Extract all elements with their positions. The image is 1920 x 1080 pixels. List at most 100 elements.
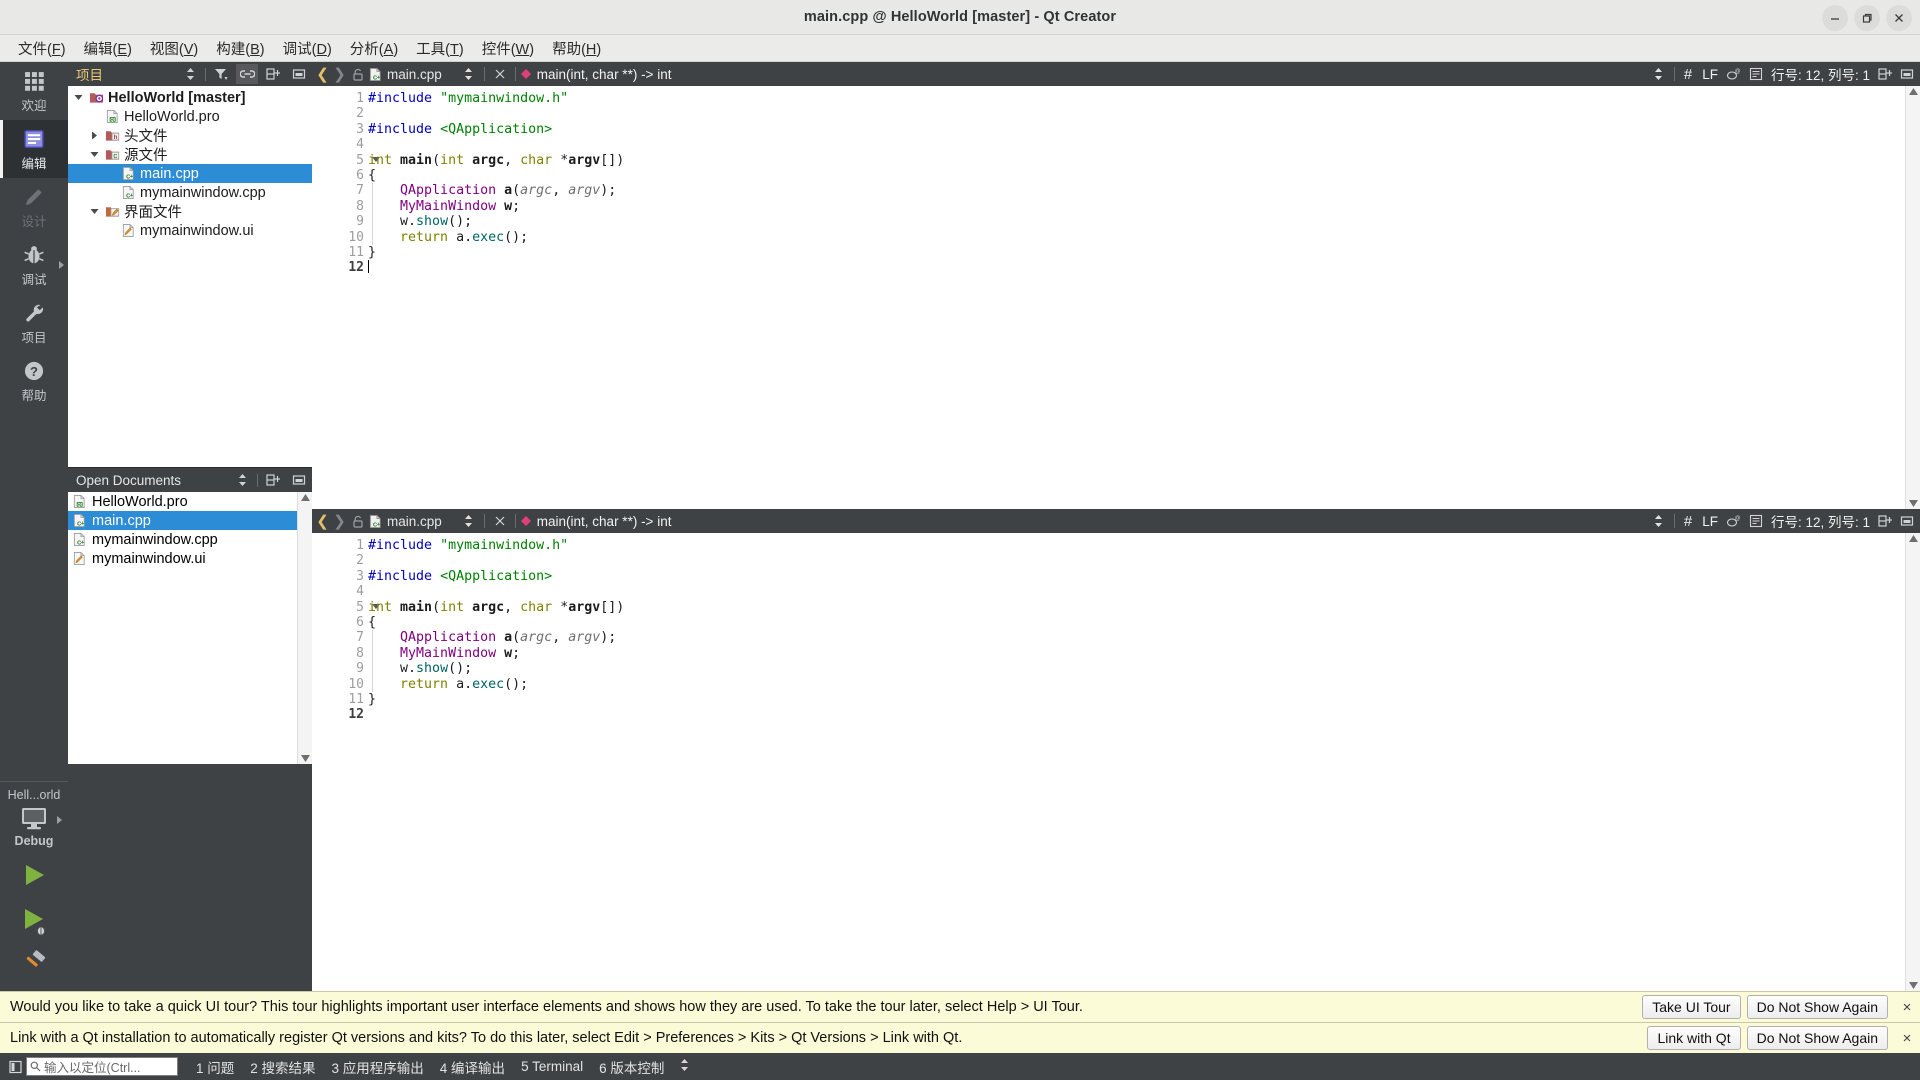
editor-body-2[interactable]: 1 2 3 4 5 6 7 8 9 10 11 12 #include "mymainwindow.h"… bbox=[312, 533, 1920, 991]
split-orientation-button[interactable] bbox=[1648, 64, 1670, 84]
mode-欢迎[interactable]: 欢迎 bbox=[0, 62, 68, 120]
editor-scrollbar-2[interactable] bbox=[1905, 533, 1920, 991]
close-document-button[interactable] bbox=[489, 511, 511, 531]
close-split-button[interactable] bbox=[1896, 511, 1918, 531]
line-number-indicator[interactable]: # bbox=[1679, 66, 1697, 83]
output-pane-版本控制[interactable]: 6 版本控制 bbox=[591, 1057, 672, 1077]
editor-filename[interactable]: main.cpp bbox=[387, 514, 442, 529]
output-pane-expand-button[interactable] bbox=[672, 1058, 697, 1075]
chevron-right-icon[interactable] bbox=[87, 131, 101, 140]
tree-item-mymainwindow.cpp[interactable]: C + mymainwindow.cpp bbox=[68, 183, 312, 202]
tree-item-头文件[interactable]: h 头文件 bbox=[68, 126, 312, 145]
line-ending-selector[interactable]: LF bbox=[1697, 67, 1723, 82]
tree-item-main.cpp[interactable]: C + main.cpp bbox=[68, 164, 312, 183]
wrench-icon bbox=[23, 301, 45, 325]
notification-dismiss-button[interactable]: Do Not Show Again bbox=[1746, 995, 1888, 1019]
split-editor-button[interactable] bbox=[1874, 64, 1896, 84]
tree-item-mymainwindow.ui[interactable]: mymainwindow.ui bbox=[68, 221, 312, 240]
symbol-selector[interactable]: main(int, char **) -> int bbox=[537, 67, 672, 82]
notification-close-icon[interactable]: × bbox=[1894, 1030, 1920, 1047]
notification-dismiss-button[interactable]: Do Not Show Again bbox=[1746, 1026, 1888, 1050]
mode-调试[interactable]: 调试 bbox=[0, 236, 68, 294]
editor-filename[interactable]: main.cpp bbox=[387, 67, 442, 82]
lock-icon[interactable] bbox=[348, 515, 368, 528]
build-button[interactable] bbox=[19, 950, 49, 981]
close-sidebar-button[interactable] bbox=[288, 64, 310, 84]
sync-view-selector[interactable] bbox=[179, 64, 201, 84]
menu-item-9[interactable]: 帮助(H) bbox=[543, 35, 610, 62]
split-editor-button[interactable] bbox=[1874, 511, 1896, 531]
project-tree[interactable]: HelloWorld [master] Qt HelloWorld.pro h 头文件 C… bbox=[68, 86, 312, 467]
mode-帮助[interactable]: ? 帮助 bbox=[0, 352, 68, 410]
filter-button[interactable] bbox=[210, 64, 232, 84]
tree-item-HelloWorld [master][interactable]: HelloWorld [master] bbox=[68, 88, 312, 107]
code-area[interactable]: #include "mymainwindow.h" #include <QApp… bbox=[368, 86, 1905, 509]
menu-item-3[interactable]: 视图(V) bbox=[141, 35, 207, 62]
open-documents-list[interactable]: Qt HelloWorld.pro C + main.cpp C + mymainwindow… bbox=[68, 492, 297, 764]
symbol-selector[interactable]: main(int, char **) -> int bbox=[537, 514, 672, 529]
open-document-HelloWorld.pro[interactable]: Qt HelloWorld.pro bbox=[68, 492, 297, 511]
lock-icon[interactable] bbox=[348, 68, 368, 81]
output-pane-问题[interactable]: 1 问题 bbox=[188, 1057, 242, 1077]
text-encoding-button[interactable]: @ bbox=[1723, 64, 1745, 84]
open-document-main.cpp[interactable]: C + main.cpp bbox=[68, 511, 297, 530]
tree-item-HelloWorld.pro[interactable]: Qt HelloWorld.pro bbox=[68, 107, 312, 126]
sidebar-toggle-icon[interactable] bbox=[4, 1057, 26, 1077]
split-orientation-button[interactable] bbox=[1648, 511, 1670, 531]
locator-input[interactable]: 输入以定位(Ctrl... bbox=[26, 1057, 178, 1076]
go-forward-button[interactable]: ❯ bbox=[331, 512, 348, 530]
minimize-button[interactable] bbox=[1822, 4, 1848, 31]
open-documents-scrollbar[interactable] bbox=[297, 492, 312, 764]
tree-item-源文件[interactable]: C 源文件 bbox=[68, 145, 312, 164]
menu-item-5[interactable]: 调试(D) bbox=[274, 35, 341, 62]
text-encoding-button[interactable]: @ bbox=[1723, 511, 1745, 531]
document-selector-button[interactable] bbox=[458, 511, 480, 531]
text-wrapping-button[interactable] bbox=[1745, 511, 1767, 531]
output-pane-搜索结果[interactable]: 2 搜索结果 bbox=[242, 1057, 323, 1077]
line-ending-selector[interactable]: LF bbox=[1697, 514, 1723, 529]
close-pane-button[interactable] bbox=[288, 470, 310, 490]
close-button[interactable] bbox=[1886, 4, 1912, 31]
menu-item-8[interactable]: 控件(W) bbox=[473, 35, 543, 62]
menu-item-4[interactable]: 构建(B) bbox=[207, 35, 273, 62]
mode-编辑[interactable]: 编辑 bbox=[0, 120, 68, 178]
chevron-right-icon[interactable] bbox=[59, 261, 64, 269]
document-selector-button[interactable] bbox=[458, 64, 480, 84]
maximize-restore-button[interactable] bbox=[1854, 4, 1880, 31]
debug-button[interactable] bbox=[19, 906, 49, 937]
chevron-down-icon[interactable] bbox=[87, 207, 101, 216]
open-document-mymainwindow.ui[interactable]: mymainwindow.ui bbox=[68, 549, 297, 568]
menu-item-1[interactable]: 文件(F) bbox=[9, 35, 75, 62]
code-area[interactable]: #include "mymainwindow.h" #include <QApp… bbox=[368, 533, 1905, 991]
link-with-editor-button[interactable] bbox=[236, 64, 258, 84]
split-button[interactable] bbox=[262, 470, 284, 490]
go-back-button[interactable]: ❮ bbox=[314, 512, 331, 530]
close-split-button[interactable] bbox=[1896, 64, 1918, 84]
notification-primary-button[interactable]: Link with Qt bbox=[1647, 1026, 1741, 1050]
output-pane-Terminal[interactable]: 5 Terminal bbox=[513, 1059, 591, 1074]
notification-primary-button[interactable]: Take UI Tour bbox=[1642, 995, 1741, 1019]
text-wrapping-button[interactable] bbox=[1745, 64, 1767, 84]
line-number-indicator[interactable]: # bbox=[1679, 513, 1697, 530]
notification-close-icon[interactable]: × bbox=[1894, 999, 1920, 1016]
tree-item-界面文件[interactable]: 界面文件 bbox=[68, 202, 312, 221]
output-pane-编译输出[interactable]: 4 编译输出 bbox=[432, 1057, 513, 1077]
menu-item-2[interactable]: 编辑(E) bbox=[75, 35, 141, 62]
menu-item-6[interactable]: 分析(A) bbox=[341, 35, 407, 62]
open-documents-box: Qt HelloWorld.pro C + main.cpp C + mymainwindow… bbox=[68, 492, 312, 764]
chevron-down-icon[interactable] bbox=[87, 150, 101, 159]
editor-scrollbar-1[interactable] bbox=[1905, 86, 1920, 509]
mode-项目[interactable]: 项目 bbox=[0, 294, 68, 352]
go-back-button[interactable]: ❮ bbox=[314, 65, 331, 83]
split-button[interactable] bbox=[262, 64, 284, 84]
menu-item-7[interactable]: 工具(T) bbox=[407, 35, 473, 62]
editor-body-1[interactable]: 1 2 3 4 5 6 7 8 9 10 11 12 #include "mymainwindow.h"… bbox=[312, 86, 1920, 509]
close-document-button[interactable] bbox=[489, 64, 511, 84]
go-forward-button[interactable]: ❯ bbox=[331, 65, 348, 83]
chevron-down-icon[interactable] bbox=[71, 93, 85, 102]
run-button[interactable] bbox=[19, 862, 49, 893]
open-document-mymainwindow.cpp[interactable]: C + mymainwindow.cpp bbox=[68, 530, 297, 549]
output-pane-应用程序输出[interactable]: 3 应用程序输出 bbox=[324, 1057, 432, 1077]
kit-selector[interactable]: Hell...orld Debug bbox=[0, 781, 68, 848]
sort-button[interactable] bbox=[231, 470, 253, 490]
